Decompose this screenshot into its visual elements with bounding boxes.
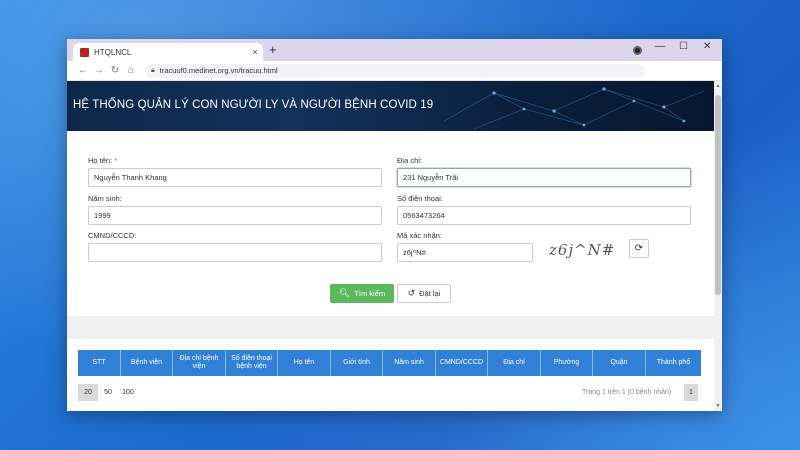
tab-bar: HTQLNCL × + — ☐ ✕ <box>67 39 722 61</box>
name-input[interactable]: Nguyễn Thanh Khang <box>88 168 382 187</box>
captcha-label: Mã xác nhận: <box>397 231 443 240</box>
undo-icon: ↺ <box>407 288 416 298</box>
captcha-input[interactable]: z6j^N# <box>397 243 533 262</box>
column-header[interactable]: Giới tính <box>331 350 383 376</box>
minimize-button[interactable]: — <box>655 41 665 52</box>
column-header[interactable]: STT <box>78 350 121 376</box>
column-header[interactable]: CMND/CCCD <box>436 350 488 376</box>
profile-icon[interactable] <box>633 46 642 55</box>
forward-arrow-icon[interactable]: → <box>91 65 107 76</box>
results-table-card: STT Bệnh viện Địa chỉ bệnh viện Số điện … <box>67 339 714 411</box>
reset-button-label: Đặt lại <box>419 289 441 298</box>
network-pattern-icon <box>443 87 705 130</box>
tab-close-button[interactable]: × <box>247 47 263 57</box>
page-size-option[interactable]: 20 <box>78 384 98 401</box>
birth-year-label: Năm sinh: <box>88 194 122 203</box>
lock-icon: 🔒︎ <box>151 66 155 74</box>
column-header[interactable]: Số điện thoại bệnh viện <box>226 350 278 376</box>
phone-input[interactable]: 0563473264 <box>397 206 691 225</box>
captcha-image: z6j^N# <box>549 241 616 259</box>
url-text: tracuuf0.medinet.org.vn/tracuu.html <box>159 66 278 75</box>
column-header[interactable]: Bệnh viện <box>121 350 173 376</box>
id-number-label: CMND/CCCD: <box>88 231 137 240</box>
page-size-selector: 20 50 100 <box>78 384 138 401</box>
page-size-option[interactable]: 100 <box>118 384 138 401</box>
phone-label: Số điện thoại: <box>397 194 443 203</box>
tab-title: HTQLNCL <box>94 47 132 57</box>
column-header[interactable]: Thành phố <box>646 350 701 376</box>
column-header[interactable]: Họ tên <box>278 350 331 376</box>
reload-icon[interactable]: ↻ <box>107 65 123 76</box>
back-arrow-icon[interactable]: ← <box>75 65 91 76</box>
search-button-label: Tìm kiếm <box>354 289 386 298</box>
reset-button[interactable]: ↺ Đặt lại <box>397 284 451 303</box>
name-label: Họ tên: * <box>88 156 118 165</box>
refresh-icon: ⟳ <box>634 243 644 254</box>
browser-window: HTQLNCL × + — ☐ ✕ ← → ↻ ⌂ 🔒︎ tracuuf0.me… <box>67 39 722 411</box>
search-button[interactable]: 🔍︎ Tìm kiếm <box>330 284 394 303</box>
address-input[interactable]: 231 Nguyễn Trãi <box>397 168 691 187</box>
maximize-button[interactable]: ☐ <box>679 41 688 52</box>
page-content: HỆ THỐNG QUẢN LÝ CON NGƯỜI LY VÀ NGƯỜI B… <box>67 81 714 411</box>
scroll-down-icon[interactable]: ▼ <box>714 403 722 409</box>
column-header[interactable]: Năm sinh <box>383 350 436 376</box>
column-header[interactable]: Phường <box>541 350 593 376</box>
captcha-refresh-button[interactable]: ⟳ <box>629 239 649 258</box>
close-window-button[interactable]: ✕ <box>703 41 711 52</box>
id-number-input[interactable] <box>88 243 382 262</box>
browser-toolbar: ← → ↻ ⌂ 🔒︎ tracuuf0.medinet.org.vn/tracu… <box>67 61 722 81</box>
page-number-button[interactable]: 1 <box>684 384 698 401</box>
address-bar[interactable]: 🔒︎ tracuuf0.medinet.org.vn/tracuu.html <box>145 63 645 78</box>
birth-year-input[interactable]: 1999 <box>88 206 382 225</box>
column-header[interactable]: Địa chỉ bệnh viện <box>173 350 226 376</box>
home-icon[interactable]: ⌂ <box>123 65 139 76</box>
table-header: STT Bệnh viện Địa chỉ bệnh viện Số điện … <box>78 350 701 376</box>
column-header[interactable]: Địa chỉ <box>488 350 541 376</box>
column-header[interactable]: Quận <box>593 350 646 376</box>
page-title: HỆ THỐNG QUẢN LÝ CON NGƯỜI LY VÀ NGƯỜI B… <box>73 99 434 111</box>
scrollbar-thumb[interactable] <box>715 95 721 295</box>
page-banner: HỆ THỐNG QUẢN LÝ CON NGƯỜI LY VÀ NGƯỜI B… <box>67 81 714 131</box>
pagination-info: Trang 1 trên 1 (0 bệnh nhân) <box>582 389 672 396</box>
search-icon: 🔍︎ <box>338 288 351 298</box>
browser-tab[interactable]: HTQLNCL × <box>73 43 263 61</box>
scroll-up-icon[interactable]: ▲ <box>714 83 722 89</box>
page-scrollbar[interactable]: ▲ ▼ <box>714 81 722 411</box>
page-size-option[interactable]: 50 <box>98 384 118 401</box>
site-favicon-icon <box>80 47 89 57</box>
address-label: Địa chỉ: <box>397 156 423 165</box>
new-tab-button[interactable]: + <box>269 42 277 57</box>
search-form: Họ tên: * Nguyễn Thanh Khang Địa chỉ: 23… <box>67 131 714 316</box>
